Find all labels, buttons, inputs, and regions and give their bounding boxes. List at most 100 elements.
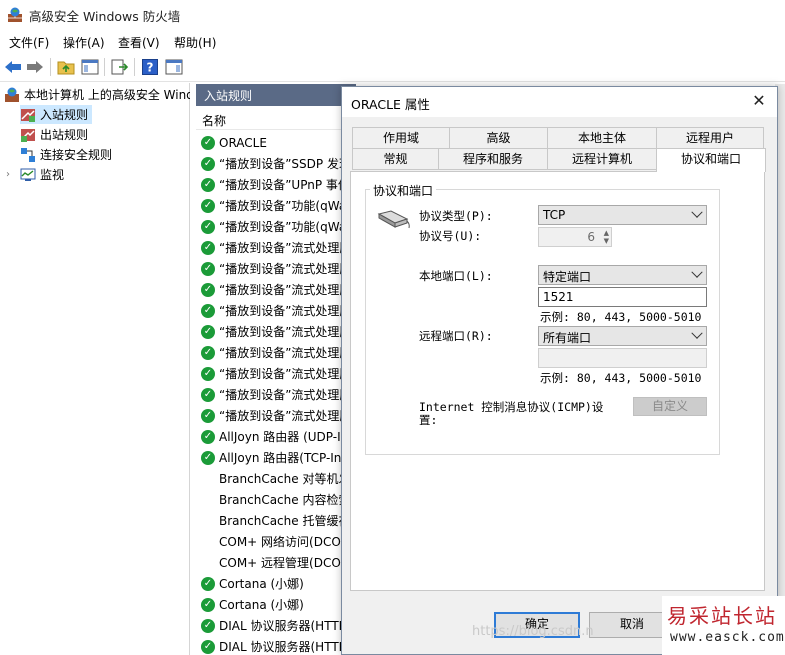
back-icon[interactable]: [3, 57, 23, 77]
chevron-down-icon: [691, 327, 703, 339]
table-row[interactable]: ✓ “播放到设备”流式处理服: [196, 363, 346, 384]
tree-root[interactable]: 本地计算机 上的高级安全 Windows: [4, 85, 190, 104]
chevron-down-icon: [691, 266, 703, 278]
table-row[interactable]: BranchCache 内容检索: [196, 489, 346, 510]
remote-port-label: 远程端口(R):: [419, 329, 493, 343]
menu-bar: 文件(F) 操作(A) 查看(V) 帮助(H): [0, 30, 785, 52]
tree-item-outbound-rules[interactable]: 出站规则: [20, 125, 170, 144]
rule-name: Cortana (小娜): [219, 577, 304, 591]
table-row[interactable]: COM+ 远程管理(DCOM: [196, 552, 346, 573]
tab-remote-computers[interactable]: 远程计算机: [547, 148, 657, 170]
table-row[interactable]: ✓ AllJoyn 路由器(TCP-In): [196, 447, 346, 468]
window-title: 高级安全 Windows 防火墙: [29, 9, 181, 24]
monitoring-icon: [20, 168, 36, 181]
protocol-number-field[interactable]: 6 ▲ ▼: [538, 227, 612, 247]
protocol-type-dropdown[interactable]: TCP: [538, 205, 707, 225]
table-row[interactable]: ✓ “播放到设备”流式处理服: [196, 342, 346, 363]
menu-action[interactable]: 操作(A): [63, 34, 105, 51]
tree-item-connection-security-rules[interactable]: 连接安全规则: [20, 145, 170, 164]
table-row[interactable]: BranchCache 对等机发现: [196, 468, 346, 489]
rule-name: DIAL 协议服务器(HTTP: [219, 619, 346, 633]
enabled-check-icon: ✓: [201, 282, 215, 297]
menu-help[interactable]: 帮助(H): [174, 34, 216, 51]
rule-name: AllJoyn 路由器 (UDP-In): [219, 430, 346, 444]
table-row[interactable]: ✓ “播放到设备”流式处理服: [196, 237, 346, 258]
table-row[interactable]: ✓ Cortana (小娜): [196, 594, 346, 615]
watermark-text: https://blog.csdn.n: [472, 624, 594, 639]
help-icon[interactable]: ?: [140, 57, 160, 77]
menu-view[interactable]: 查看(V): [118, 34, 160, 51]
remote-port-input[interactable]: [538, 348, 707, 368]
tab-remote-users[interactable]: 远程用户: [656, 127, 764, 149]
expand-arrow-icon[interactable]: ›: [6, 169, 16, 180]
rule-name: AllJoyn 路由器(TCP-In): [219, 451, 346, 465]
enabled-check-icon: ✓: [201, 177, 215, 192]
enabled-check-icon: ✓: [201, 240, 215, 255]
protocol-number-value: 6: [587, 230, 595, 244]
local-port-text: 1521: [543, 290, 574, 304]
table-row[interactable]: ✓ “播放到设备”功能(qWave: [196, 216, 346, 237]
chevron-down-icon: [691, 206, 703, 218]
table-row[interactable]: ✓ “播放到设备”流式处理服: [196, 279, 346, 300]
table-row[interactable]: BranchCache 托管缓存: [196, 510, 346, 531]
tab-scope[interactable]: 作用域: [352, 127, 450, 149]
table-row[interactable]: ✓ AllJoyn 路由器 (UDP-In): [196, 426, 346, 447]
rule-name: “播放到设备”流式处理服: [219, 346, 346, 360]
table-row[interactable]: ✓ “播放到设备”UPnP 事件: [196, 174, 346, 195]
tab-general[interactable]: 常规: [352, 148, 439, 170]
table-row[interactable]: ✓ DIAL 协议服务器(HTTP: [196, 615, 346, 636]
rule-name: “播放到设备”流式处理服: [219, 304, 346, 318]
toolbar-separator: [50, 58, 51, 76]
up-folder-icon[interactable]: [56, 57, 76, 77]
toolbar: ?: [0, 52, 785, 82]
table-row[interactable]: ✓ “播放到设备”流式处理服: [196, 300, 346, 321]
firewall-computer-icon: [5, 87, 19, 102]
customize-button[interactable]: 自定义: [633, 397, 707, 416]
rule-name: BranchCache 对等机发现: [219, 472, 346, 486]
tree-item-inbound-rules[interactable]: 入站规则: [20, 105, 92, 124]
column-header-name[interactable]: 名称: [196, 108, 356, 130]
enabled-check-icon: ✓: [201, 135, 215, 150]
table-row[interactable]: ✓ ORACLE: [196, 132, 346, 153]
tab-programs-services[interactable]: 程序和服务: [438, 148, 548, 170]
table-row[interactable]: ✓ “播放到设备”流式处理服: [196, 384, 346, 405]
enabled-check-icon: ✓: [201, 618, 215, 633]
table-row[interactable]: COM+ 网络访问(DCOM: [196, 531, 346, 552]
toolbar-separator: [104, 58, 105, 76]
table-row[interactable]: ✓ Cortana (小娜): [196, 573, 346, 594]
table-row[interactable]: ✓ “播放到设备”功能(qWave: [196, 195, 346, 216]
window-titlebar: 高级安全 Windows 防火墙: [0, 0, 785, 30]
show-hide-console-tree-icon[interactable]: [80, 57, 100, 77]
rule-name: “播放到设备”功能(qWave: [219, 199, 346, 213]
table-row[interactable]: ✓ “播放到设备”流式处理服: [196, 321, 346, 342]
table-row[interactable]: ✓ DIAL 协议服务器(HTTP: [196, 636, 346, 655]
icmp-settings-label: Internet 控制消息协议(ICMP)设: [419, 400, 604, 414]
outbound-rules-icon: [21, 128, 35, 142]
inbound-rules-icon: [21, 108, 35, 122]
close-icon[interactable]: ✕: [749, 91, 769, 111]
enabled-check-icon: ✓: [201, 261, 215, 276]
forward-icon[interactable]: [25, 57, 45, 77]
spinner-icon[interactable]: ▲ ▼: [604, 229, 609, 245]
rule-name: “播放到设备”流式处理服: [219, 241, 346, 255]
table-row[interactable]: ✓ “播放到设备”SSDP 发现: [196, 153, 346, 174]
table-row[interactable]: ✓ “播放到设备”流式处理服: [196, 405, 346, 426]
rule-name: ORACLE: [219, 135, 267, 150]
tab-protocols-ports[interactable]: 协议和端口: [656, 148, 766, 172]
tab-advanced[interactable]: 高级: [449, 127, 548, 149]
rule-name: COM+ 远程管理(DCOM: [219, 556, 346, 570]
table-row[interactable]: ✓ “播放到设备”流式处理服: [196, 258, 346, 279]
group-title: 协议和端口: [370, 182, 437, 199]
tab-local-principals[interactable]: 本地主体: [547, 127, 657, 149]
rule-name: “播放到设备”流式处理服: [219, 388, 346, 402]
remote-port-dropdown[interactable]: 所有端口: [538, 326, 707, 346]
export-list-icon[interactable]: [110, 57, 130, 77]
protocol-number-label: 协议号(U):: [419, 229, 482, 243]
protocol-type-label: 协议类型(P):: [419, 209, 493, 223]
local-port-input[interactable]: 1521: [538, 287, 707, 307]
menu-file[interactable]: 文件(F): [9, 34, 49, 51]
tree-item-monitoring[interactable]: › 监视: [6, 165, 156, 184]
local-port-dropdown[interactable]: 特定端口: [538, 265, 707, 285]
show-action-pane-icon[interactable]: [164, 57, 184, 77]
remote-port-example: 示例: 80, 443, 5000-5010: [540, 371, 702, 385]
